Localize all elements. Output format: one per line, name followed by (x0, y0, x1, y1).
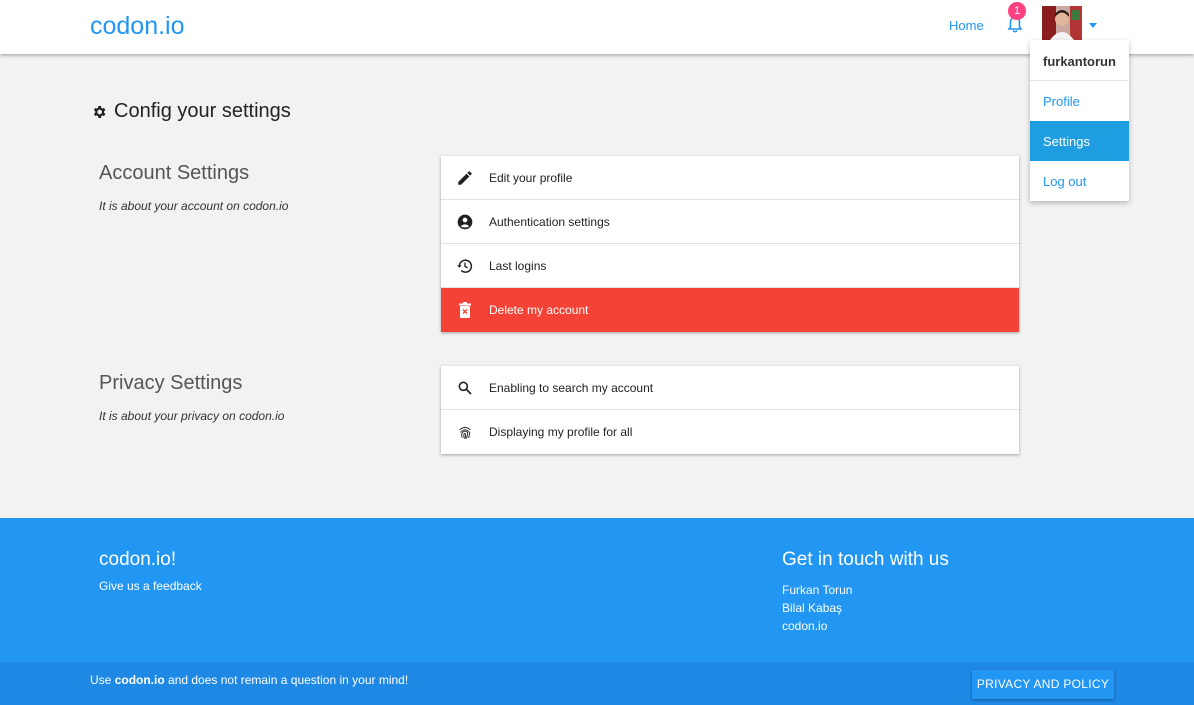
trash-icon (441, 302, 489, 318)
top-navbar: codon.io Home 1 (0, 0, 1194, 54)
account-settings-subtitle: It is about your account on codon.io (99, 199, 289, 213)
notification-badge: 1 (1008, 2, 1026, 20)
contact-link-codon[interactable]: codon.io (782, 619, 827, 633)
last-logins-item[interactable]: Last logins (441, 244, 1019, 288)
edit-profile-item[interactable]: Edit your profile (441, 156, 1019, 200)
dropdown-username: furkantorun (1030, 40, 1129, 81)
enable-search-label: Enabling to search my account (489, 380, 654, 395)
display-profile-label: Displaying my profile for all (489, 425, 633, 439)
account-settings-card: Edit your profile Authentication setting… (441, 156, 1019, 332)
contact-link-furkan[interactable]: Furkan Torun (782, 583, 852, 597)
privacy-settings-title: Privacy Settings (99, 372, 243, 394)
contact-link-bilal[interactable]: Bilal Kabaş (782, 601, 842, 615)
display-profile-item[interactable]: Displaying my profile for all (441, 410, 1019, 454)
user-dropdown-menu: furkantorun Profile Settings Log out (1030, 40, 1129, 201)
avatar[interactable] (1042, 6, 1082, 40)
menu-item-profile[interactable]: Profile (1030, 81, 1129, 121)
menu-item-logout[interactable]: Log out (1030, 161, 1129, 201)
account-settings-title: Account Settings (99, 162, 250, 184)
footer-tagline: Use codon.io and does not remain a quest… (90, 673, 408, 687)
authentication-settings-item[interactable]: Authentication settings (441, 200, 1019, 244)
feedback-link[interactable]: Give us a feedback (99, 579, 202, 593)
enable-search-item[interactable]: Enabling to search my account (441, 366, 1019, 410)
footer: codon.io! Give us a feedback Get in touc… (0, 518, 1194, 662)
search-icon (441, 380, 489, 396)
edit-profile-label: Edit your profile (489, 170, 573, 185)
nav-home-link[interactable]: Home (949, 18, 984, 33)
page-title: Config your settings (91, 100, 291, 123)
bottom-bar: Use codon.io and does not remain a quest… (0, 662, 1194, 705)
chevron-down-icon[interactable] (1089, 23, 1097, 28)
page-title-text: Config your settings (114, 100, 291, 122)
tagline-prefix: Use (90, 673, 115, 687)
privacy-policy-button[interactable]: PRIVACY AND POLICY (972, 670, 1114, 699)
menu-item-settings[interactable]: Settings (1030, 121, 1129, 161)
pencil-icon (441, 169, 489, 187)
brand-logo[interactable]: codon.io (90, 12, 185, 41)
footer-brand: codon.io! (99, 549, 177, 570)
account-circle-icon (441, 214, 489, 230)
authentication-settings-label: Authentication settings (489, 214, 610, 229)
contact-heading: Get in touch with us (782, 549, 949, 570)
tagline-brand: codon.io (114, 673, 165, 687)
tagline-suffix: and does not remain a question in your m… (164, 673, 409, 687)
delete-account-label: Delete my account (489, 303, 589, 317)
delete-account-item[interactable]: Delete my account (441, 288, 1019, 332)
last-logins-label: Last logins (489, 258, 547, 273)
gear-icon (93, 105, 106, 118)
privacy-settings-card: Enabling to search my account Displaying… (441, 366, 1019, 454)
history-icon (441, 257, 489, 275)
privacy-settings-subtitle: It is about your privacy on codon.io (99, 409, 285, 423)
fingerprint-icon (441, 424, 489, 441)
